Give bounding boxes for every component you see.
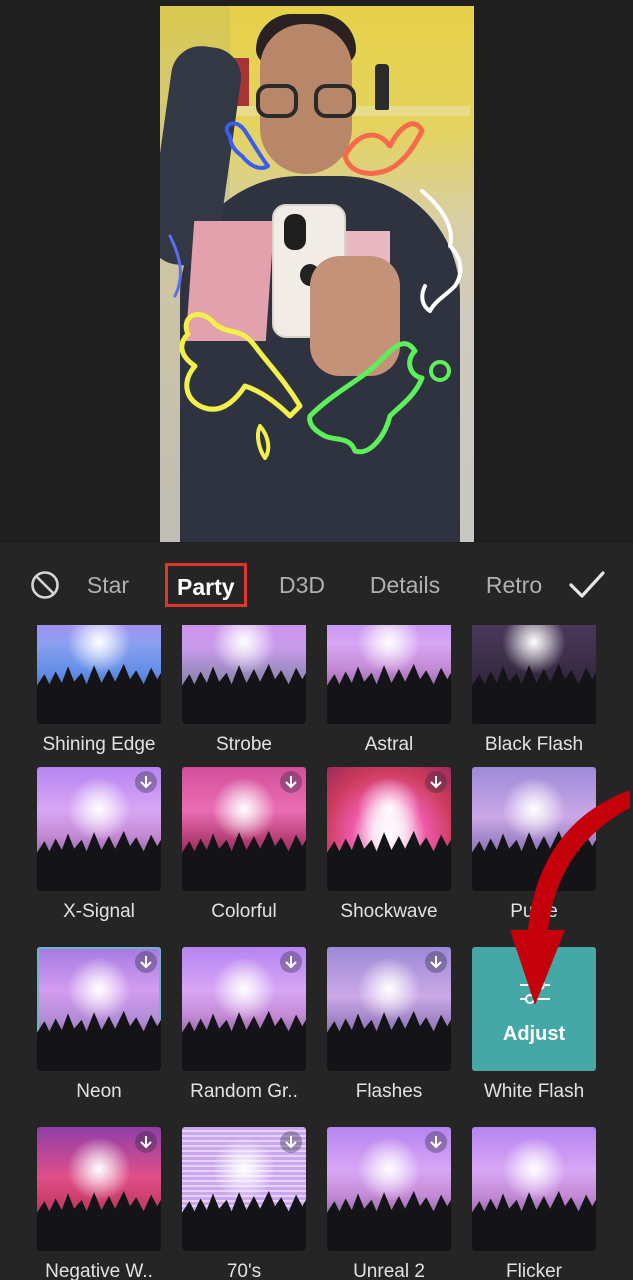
effect-label: X-Signal <box>63 901 135 922</box>
annotation-arrow-icon <box>510 790 630 1005</box>
no-effect-icon[interactable] <box>30 570 60 600</box>
effect-label: White Flash <box>483 1081 585 1102</box>
download-icon[interactable] <box>280 771 302 793</box>
effect-label: Neon <box>76 1081 122 1102</box>
effect-thumbnail[interactable] <box>37 625 161 724</box>
effect-label: Black Flash <box>484 734 584 755</box>
effect-thumbnail[interactable] <box>472 1127 596 1251</box>
effect-thumbnail[interactable] <box>37 947 161 1071</box>
effect-thumbnail[interactable] <box>182 947 306 1071</box>
video-preview-area <box>0 0 633 543</box>
tab-details[interactable]: Details <box>366 543 444 627</box>
effect-label: Random Gr.. <box>190 1081 298 1102</box>
effect-thumbnail[interactable] <box>327 1127 451 1251</box>
effect-thumbnail[interactable] <box>327 767 451 891</box>
effect-thumbnail[interactable] <box>37 1127 161 1251</box>
effect-label: Strobe <box>216 734 272 755</box>
effect-thumbnail[interactable] <box>182 625 306 724</box>
tab-star[interactable]: Star <box>84 543 132 627</box>
effect-label: Flicker <box>506 1261 562 1280</box>
download-icon[interactable] <box>135 951 157 973</box>
tab-party[interactable]: Party <box>165 563 247 607</box>
tab-retro[interactable]: Retro <box>483 543 545 627</box>
effect-thumbnail[interactable] <box>182 767 306 891</box>
effect-label: Shockwave <box>340 901 438 922</box>
download-icon[interactable] <box>425 1131 447 1153</box>
effect-label: Astral <box>364 734 414 755</box>
preview-photo[interactable] <box>160 6 474 542</box>
download-icon[interactable] <box>280 951 302 973</box>
effect-thumbnail[interactable] <box>327 947 451 1071</box>
effect-thumbnail[interactable] <box>37 767 161 891</box>
effect-label: Negative W.. <box>45 1261 153 1280</box>
download-icon[interactable] <box>135 771 157 793</box>
effect-label: Colorful <box>211 901 277 922</box>
download-icon[interactable] <box>135 1131 157 1153</box>
effect-thumbnail[interactable] <box>472 625 596 724</box>
effect-label: Unreal 2 <box>353 1261 425 1280</box>
effect-thumbnail[interactable] <box>327 625 451 724</box>
download-icon[interactable] <box>425 771 447 793</box>
neon-splash-overlay <box>168 121 463 460</box>
tab-d3d[interactable]: D3D <box>278 543 326 627</box>
effect-label: 70's <box>226 1261 262 1280</box>
effect-thumbnail[interactable] <box>182 1127 306 1251</box>
effect-label: Flashes <box>355 1081 423 1102</box>
effect-label: Shining Edge <box>42 734 156 755</box>
checkmark-icon[interactable] <box>568 569 606 601</box>
download-icon[interactable] <box>280 1131 302 1153</box>
effect-category-tabs: Star Party D3D Details Retro <box>0 543 633 627</box>
download-icon[interactable] <box>425 951 447 973</box>
